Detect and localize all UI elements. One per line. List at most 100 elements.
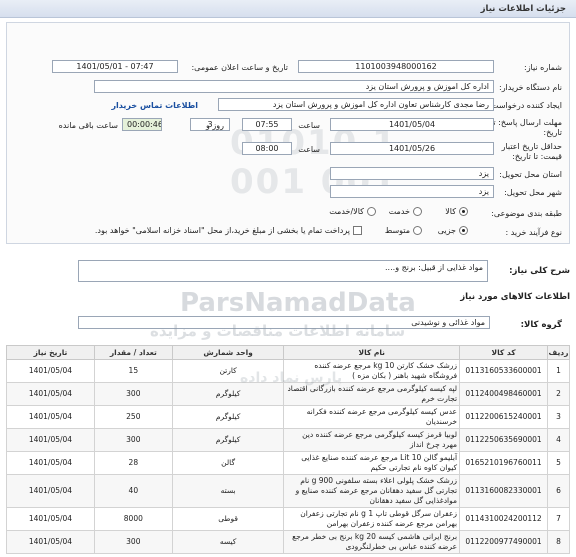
remaining-label: ساعت باقی مانده	[58, 121, 118, 130]
item-quantity: 40	[93, 474, 173, 508]
item-code: 0113160533600001	[459, 359, 549, 383]
item-quantity: 250	[93, 405, 173, 429]
days-label: روز و	[206, 121, 224, 130]
creator-field[interactable]: رضا مجدی کارشناس تعاون اداره کل اموزش و …	[218, 98, 494, 111]
item-code: 0112200977490001	[459, 530, 549, 554]
item-code: 0112250635690001	[459, 428, 549, 452]
table-row[interactable]: 7 0114310024200112 زعفران سرگل قوطی تاپ …	[6, 507, 570, 531]
group-label: گروه کالا:	[520, 320, 562, 330]
validity-time-label: ساعت	[298, 145, 320, 154]
item-quantity: 15	[93, 359, 173, 383]
item-code: 0114310024200112	[459, 507, 549, 531]
table-row[interactable]: 8 0112200977490001 برنج ایرانی هاشمی کیس…	[6, 530, 570, 554]
table-row[interactable]: 5 0165210196760011 آبلیمو گالن 10 Lit مر…	[6, 451, 570, 475]
item-date: 1401/05/04	[6, 451, 95, 475]
table-row[interactable]: 4 0112250635690001 لوبیا قرمز کیسه کیلوگ…	[6, 428, 570, 452]
item-quantity: 8000	[93, 507, 173, 531]
header-code: کد کالا	[459, 345, 549, 360]
description-field[interactable]: مواد غذایی از قبیل: برنج و....	[78, 260, 488, 282]
item-unit: کیسه	[171, 530, 285, 554]
table-row[interactable]: 6 0113160082330001 زرشک خشک پلولی اعلاء …	[6, 474, 570, 508]
item-unit: کیلوگرم	[171, 405, 285, 429]
item-date: 1401/05/04	[6, 405, 95, 429]
radio-icon[interactable]	[413, 226, 422, 235]
deadline-time-field[interactable]: 07:55	[242, 118, 292, 131]
goods-table: ردیف کد کالا نام کالا واحد شمارش تعداد /…	[6, 345, 570, 554]
header-unit: واحد شمارش	[171, 345, 285, 360]
group-field[interactable]: مواد غذائی و نوشیدنی	[78, 316, 490, 329]
watermark-site: ParsNamadData	[180, 288, 416, 318]
row-number: 6	[547, 474, 570, 508]
deadline-label: مهلت ارسال پاسخ: تا تاریخ:	[490, 118, 562, 137]
item-quantity: 300	[93, 428, 173, 452]
item-quantity: 300	[93, 382, 173, 406]
row-number: 5	[547, 451, 570, 475]
row-number: 7	[547, 507, 570, 531]
page-title: جزئیات اطلاعات نیاز	[480, 4, 566, 14]
city-label: شهر محل تحویل:	[504, 188, 562, 197]
checkbox-icon[interactable]	[353, 226, 362, 235]
goods-section-title: اطلاعات کالاهای مورد نیاز	[460, 292, 570, 302]
radio-selected-icon[interactable]	[459, 207, 468, 216]
table-row[interactable]: 3 0112200615240001 عدس کیسه کیلوگرمی مرج…	[6, 405, 570, 429]
header-quantity: تعداد / مقدار	[93, 345, 173, 360]
need-number-field[interactable]: 1101003948000162	[298, 60, 494, 73]
category-option-both[interactable]: کالا/خدمت	[329, 207, 376, 216]
row-number: 3	[547, 405, 570, 429]
category-option-service[interactable]: خدمت	[389, 207, 422, 216]
row-number: 2	[547, 382, 570, 406]
deadline-time-label: ساعت	[298, 121, 320, 130]
buyer-contact-link[interactable]: اطلاعات تماس خریدار	[111, 101, 198, 110]
radio-icon[interactable]	[367, 207, 376, 216]
announce-field[interactable]: 1401/05/01 - 07:47	[52, 60, 178, 73]
item-code: 0165210196760011	[459, 451, 549, 475]
item-name: زعفران سرگل قوطی تاپ 1 g نام تجارتی زعفر…	[283, 507, 461, 531]
item-unit: بسته	[171, 474, 285, 508]
item-date: 1401/05/04	[6, 507, 95, 531]
item-unit: گالن	[171, 451, 285, 475]
remaining-time-field: 00:00:46	[122, 118, 162, 131]
item-unit: کیلوگرم	[171, 382, 285, 406]
category-label: طبقه بندی موضوعی:	[491, 209, 562, 218]
item-name: لوبیا قرمز کیسه کیلوگرمی مرجع عرضه کننده…	[283, 428, 461, 452]
creator-label: ایجاد کننده درخواست:	[488, 101, 562, 110]
item-name: برنج ایرانی هاشمی کیسه 20 kg برنج بی خطر…	[283, 530, 461, 554]
item-name: لپه کیسه کیلوگرمی مرجع عرضه کننده بازرگا…	[283, 382, 461, 406]
province-field[interactable]: یزد	[330, 167, 494, 180]
buyer-field[interactable]: اداره کل اموزش و پرورش استان یزد	[94, 80, 494, 93]
item-name: آبلیمو گالن 10 Lit مرجع عرضه کننده صنایع…	[283, 451, 461, 475]
item-date: 1401/05/04	[6, 382, 95, 406]
item-unit: کارتن	[171, 359, 285, 383]
item-date: 1401/05/04	[6, 359, 95, 383]
item-name: زرشک خشک کارتن 10 kg مرجع عرضه کننده فرو…	[283, 359, 461, 383]
description-label: شرح کلی نیاز:	[509, 266, 570, 276]
header-row-number: ردیف	[547, 345, 570, 360]
table-row[interactable]: 2 0112400498460001 لپه کیسه کیلوگرمی مرج…	[6, 382, 570, 406]
item-date: 1401/05/04	[6, 530, 95, 554]
item-date: 1401/05/04	[6, 474, 95, 508]
process-option-minor[interactable]: جزیی	[438, 226, 468, 235]
radio-selected-icon[interactable]	[459, 226, 468, 235]
header-date: تاریخ نیاز	[6, 345, 95, 360]
item-quantity: 300	[93, 530, 173, 554]
process-option-medium[interactable]: متوسط	[385, 226, 422, 235]
need-number-label: شماره نیاز:	[524, 63, 562, 72]
item-quantity: 28	[93, 451, 173, 475]
validity-time-field[interactable]: 08:00	[242, 142, 292, 155]
city-field[interactable]: یزد	[330, 185, 494, 198]
row-number: 4	[547, 428, 570, 452]
row-number: 8	[547, 530, 570, 554]
category-option-goods[interactable]: کالا	[445, 207, 468, 216]
header-name: نام کالا	[283, 345, 461, 360]
item-name: عدس کیسه کیلوگرمی مرجع عرضه کننده فکرانه…	[283, 405, 461, 429]
radio-icon[interactable]	[413, 207, 422, 216]
table-row[interactable]: 1 0113160533600001 زرشک خشک کارتن 10 kg …	[6, 359, 570, 383]
deadline-date-field[interactable]: 1401/05/04	[330, 118, 494, 131]
item-name: زرشک خشک پلولی اعلاء بسته سلفونی 900 g ن…	[283, 474, 461, 508]
row-number: 1	[547, 359, 570, 383]
treasury-payment-checkbox[interactable]: پرداخت تمام یا بخشی از مبلغ خرید،از محل …	[95, 226, 362, 235]
item-date: 1401/05/04	[6, 428, 95, 452]
validity-date-field[interactable]: 1401/05/26	[330, 142, 494, 155]
province-label: استان محل تحویل:	[499, 170, 562, 179]
buyer-label: نام دستگاه خریدار:	[499, 83, 562, 92]
